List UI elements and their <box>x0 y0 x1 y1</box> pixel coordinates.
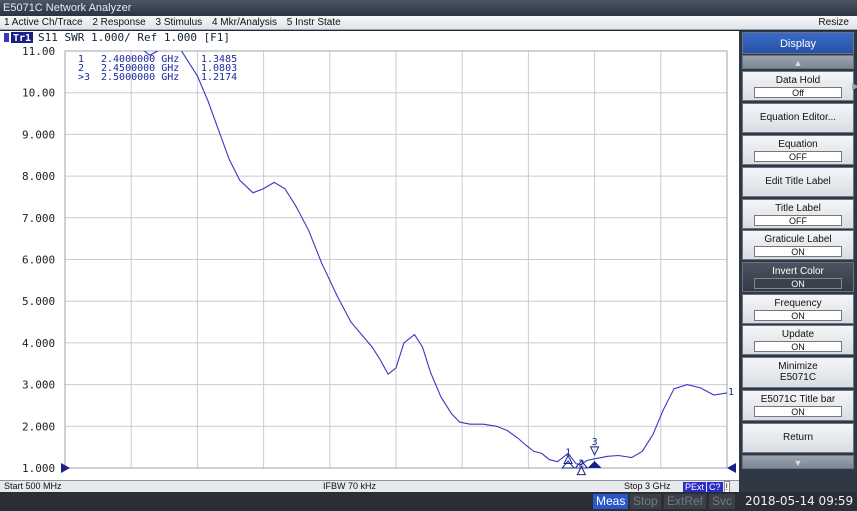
trace-line <box>143 51 727 466</box>
marker-readout-number: >3 <box>78 72 90 83</box>
instrument-status-bar: Meas Stop ExtRef Svc 2018-05-14 09:59 <box>0 492 857 511</box>
ifbw[interactable]: IFBW 70 kHz <box>323 481 376 492</box>
equation-editor-button[interactable]: Equation Editor... <box>742 103 854 133</box>
y-tick-labels: 11.00 10.00 9.000 8.000 7.000 6.000 5.000 4.000… <box>22 45 55 475</box>
y-tick-label: 2.000 <box>22 420 55 433</box>
frequency-label: Frequency <box>774 298 822 309</box>
data-hold-value: Off <box>754 87 842 98</box>
svc-indicator: Svc <box>709 494 736 509</box>
y-tick-label: 6.000 <box>22 254 55 267</box>
edit-title-label-button[interactable]: Edit Title Label <box>742 167 854 197</box>
stop-frequency[interactable]: Stop 3 GHz <box>624 481 671 492</box>
y-tick-label: 4.000 <box>22 337 55 350</box>
invert-color-value: ON <box>754 278 842 289</box>
graticule-label-label: Graticule Label <box>764 234 832 245</box>
menu-bar: 1 Active Ch/Trace 2 Response 3 Stimulus … <box>0 16 857 30</box>
plot-area[interactable]: 11.00 10.00 9.000 8.000 7.000 6.000 5.000 4.000… <box>0 31 739 480</box>
stop-indicator: Stop <box>630 494 661 509</box>
menu-instr-state[interactable]: 5 Instr State <box>283 16 344 29</box>
softkey-header-label: Display <box>779 38 817 50</box>
menu-mkr-analysis[interactable]: 4 Mkr/Analysis <box>208 16 280 29</box>
invert-color-button[interactable]: Invert Color ON <box>742 262 854 292</box>
marker-readout-frequency: 2.5000000 GHz <box>101 72 179 83</box>
equation-button[interactable]: Equation OFF <box>742 135 854 165</box>
marker-label: 1 <box>565 447 571 458</box>
channel-status-bar: Start 500 MHz IFBW 70 kHz Stop 3 GHz PEx… <box>0 480 739 494</box>
title-label-label: Title Label <box>775 203 821 214</box>
update-label: Update <box>781 329 815 340</box>
y-tick-label: 9.000 <box>22 128 55 141</box>
graticule <box>64 50 728 469</box>
y-tick-label: 8.000 <box>22 170 55 183</box>
marker-label: 3 <box>592 437 598 448</box>
softkey-menu-title: Display <box>742 32 854 54</box>
trace-end-label: 1 <box>728 387 734 398</box>
start-frequency[interactable]: Start 500 MHz <box>4 481 62 492</box>
trace-badge: Tr1 <box>13 33 31 44</box>
graticule-label-value: ON <box>754 246 842 257</box>
softkey-panel: Display ▲ Data Hold Off ▶ Equation Edito… <box>739 31 857 492</box>
y-tick-label: 10.00 <box>22 87 55 100</box>
title-label-button[interactable]: Title Label OFF <box>742 199 854 229</box>
frequency-button[interactable]: Frequency ON <box>742 294 854 324</box>
window-title-bar: E5071C Network Analyzer <box>0 0 857 16</box>
chevron-up-icon: ▲ <box>793 58 803 68</box>
marker-readout-value: 1.2174 <box>201 72 237 83</box>
date-time: 2018-05-14 09:59 <box>745 494 854 508</box>
equation-label: Equation <box>778 139 818 150</box>
equation-value: OFF <box>754 151 842 162</box>
edit-title-label-label: Edit Title Label <box>765 176 831 187</box>
minimize-button[interactable]: Minimize E5071C <box>742 357 854 388</box>
y-tick-label: 5.000 <box>22 295 55 308</box>
frequency-value: ON <box>754 310 842 321</box>
update-value: ON <box>754 341 842 352</box>
title-bar-label: E5071C Title bar <box>760 394 836 405</box>
chevron-down-icon: ▼ <box>793 458 803 468</box>
resize-button[interactable]: Resize <box>814 16 852 29</box>
minimize-label: Minimize <box>778 361 818 372</box>
trace-selected-arrow <box>4 33 9 42</box>
return-label: Return <box>782 432 813 443</box>
title-bar-button[interactable]: E5071C Title bar ON <box>742 390 854 421</box>
title-bar-value: ON <box>754 406 842 417</box>
y-tick-label: 1.000 <box>22 462 55 475</box>
trace-header: Tr1 S11 SWR 1.000/ Ref 1.000 [F1] <box>4 31 230 44</box>
data-hold-button[interactable]: Data Hold Off ▶ <box>742 71 857 101</box>
menu-active-ch-trace[interactable]: 1 Active Ch/Trace <box>0 16 86 29</box>
swr-chart[interactable]: 11.00 10.00 9.000 8.000 7.000 6.000 5.000 4.000… <box>0 31 739 480</box>
update-button[interactable]: Update ON <box>742 325 854 355</box>
invert-color-label: Invert Color <box>772 266 824 277</box>
data-hold-label: Data Hold <box>775 75 821 86</box>
reference-right-arrow <box>727 463 736 473</box>
menu-stimulus[interactable]: 3 Stimulus <box>152 16 206 29</box>
scroll-down-button[interactable]: ▼ <box>742 455 854 469</box>
y-tick-label: 3.000 <box>22 379 55 392</box>
minimize-target: E5071C <box>779 372 817 383</box>
graticule-label-button[interactable]: Graticule Label ON <box>742 230 854 260</box>
marker-readout-table: 1 2.4000000 GHz 1.34852 2.4500000 GHz 1.0803… <box>78 54 237 83</box>
y-tick-label: 11.00 <box>22 45 55 58</box>
window-title: E5071C Network Analyzer <box>3 2 132 14</box>
extref-indicator: ExtRef <box>664 494 707 509</box>
menu-response[interactable]: 2 Response <box>88 16 148 29</box>
meas-indicator: Meas <box>593 494 629 509</box>
trace-parameters: S11 SWR 1.000/ Ref 1.000 [F1] <box>38 31 230 44</box>
trace-markers: 123 <box>561 437 602 476</box>
stimulus-marker-active <box>587 461 602 468</box>
return-button[interactable]: Return <box>742 423 854 453</box>
title-label-value: OFF <box>754 215 842 226</box>
y-tick-label: 7.000 <box>22 212 55 225</box>
equation-editor-label: Equation Editor... <box>759 112 837 123</box>
stimulus-marker <box>561 460 576 469</box>
submenu-arrow-icon: ▶ <box>852 81 857 91</box>
scroll-up-button[interactable]: ▲ <box>742 55 854 69</box>
